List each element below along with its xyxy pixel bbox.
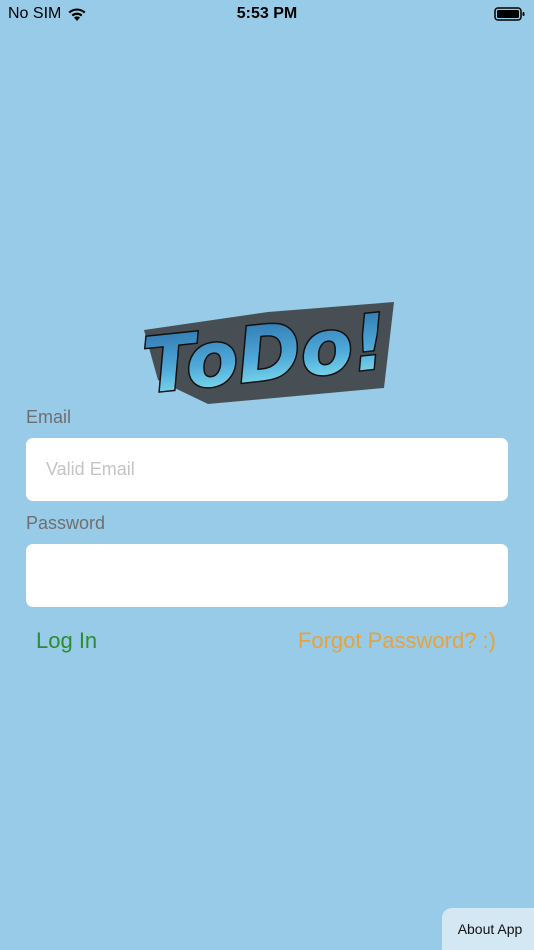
battery-icon [494, 7, 525, 21]
email-label: Email [26, 407, 72, 427]
login-button[interactable]: Log In [36, 628, 97, 654]
forgot-password-button[interactable]: Forgot Password? :) [298, 628, 496, 654]
password-label: Password [26, 513, 106, 533]
password-input[interactable] [26, 544, 508, 607]
status-bar: No SIM 5:53 PM [0, 0, 534, 28]
about-app-button[interactable]: About App [442, 908, 534, 950]
todo-logo: ToDo! [138, 300, 394, 408]
svg-text:ToDo!: ToDo! [139, 300, 391, 408]
clock: 5:53 PM [236, 5, 298, 22]
email-input[interactable] [26, 438, 508, 501]
